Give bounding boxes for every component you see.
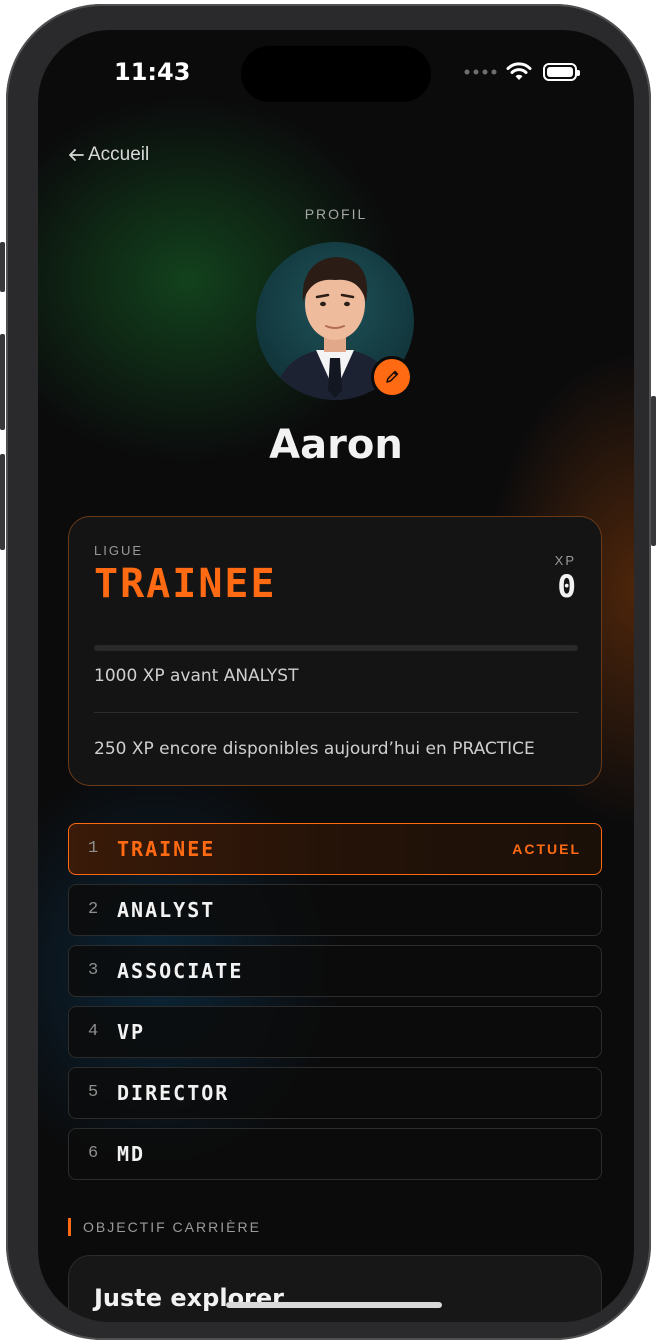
volume-up-button [0, 334, 5, 430]
edit-avatar-button[interactable] [371, 356, 413, 398]
volume-down-button [0, 454, 5, 550]
rank-item-vp[interactable]: 4 VP [68, 1006, 602, 1058]
rank-name: ANALYST [117, 898, 216, 922]
rank-name: ASSOCIATE [117, 959, 244, 983]
status-time: 11:43 [114, 58, 191, 86]
league-label: LIGUE [94, 543, 144, 558]
screen: 11:43 Accueil PROFIL Aaron LIGUE TRAINEE… [38, 30, 634, 1322]
wifi-icon [506, 62, 532, 80]
battery-icon [543, 63, 580, 81]
power-button [651, 396, 656, 546]
rank-name: TRAINEE [117, 837, 216, 861]
xp-label: XP [554, 553, 576, 568]
rank-number: 4 [88, 1022, 99, 1041]
current-badge: ACTUEL [512, 841, 581, 857]
rank-list: 1 TRAINEE ACTUEL 2 ANALYST 3 ASSOCIATE 4… [68, 823, 602, 1189]
page-kicker: PROFIL [304, 206, 368, 222]
rank-item-director[interactable]: 5 DIRECTOR [68, 1067, 602, 1119]
rank-name: VP [117, 1020, 146, 1044]
career-goal-card[interactable]: Juste explorer [68, 1255, 602, 1322]
back-arrow-icon [69, 149, 84, 161]
xp-value: 0 [557, 569, 576, 605]
profile-name: Aaron [269, 422, 403, 468]
dynamic-island [241, 46, 431, 102]
rank-number: 2 [88, 900, 99, 919]
rank-number: 6 [88, 1144, 99, 1163]
action-button [0, 242, 5, 292]
league-name: TRAINEE [94, 561, 277, 607]
rank-number: 1 [88, 839, 99, 858]
rank-item-associate[interactable]: 3 ASSOCIATE [68, 945, 602, 997]
next-league-text: 1000 XP avant ANALYST [94, 666, 299, 686]
daily-remaining-text: 250 XP encore disponibles aujourd’hui en… [94, 739, 535, 759]
signal-icon [464, 69, 497, 75]
phone-frame: 11:43 Accueil PROFIL Aaron LIGUE TRAINEE… [0, 4, 656, 1340]
rank-item-trainee[interactable]: 1 TRAINEE ACTUEL [68, 823, 602, 875]
rank-item-md[interactable]: 6 MD [68, 1128, 602, 1180]
home-indicator[interactable] [226, 1302, 442, 1308]
back-button[interactable]: Accueil [68, 144, 149, 166]
rank-name: MD [117, 1142, 146, 1166]
rank-number: 3 [88, 961, 99, 980]
pencil-icon [386, 370, 399, 383]
rank-item-analyst[interactable]: 2 ANALYST [68, 884, 602, 936]
rank-name: DIRECTOR [117, 1081, 230, 1105]
league-card: LIGUE TRAINEE XP 0 1000 XP avant ANALYST… [68, 516, 602, 786]
xp-progress-bar [94, 645, 578, 651]
rank-number: 5 [88, 1083, 99, 1102]
card-divider [94, 712, 578, 713]
back-label: Accueil [88, 144, 150, 165]
career-goal-label: OBJECTIF CARRIÈRE [68, 1218, 261, 1236]
